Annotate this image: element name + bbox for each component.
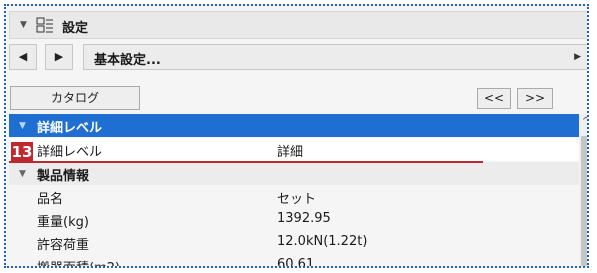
property-label: 品名: [37, 192, 64, 207]
settings-path-label: 基本設定...: [94, 53, 161, 68]
chevron-up-icon[interactable]: ^: [579, 116, 587, 127]
settings-grid-icon: [36, 17, 53, 33]
property-row-detail-level[interactable]: 詳細レベル 詳細: [9, 138, 579, 161]
property-label: 詳細レベル: [37, 145, 103, 160]
property-value[interactable]: 1392.95: [277, 211, 331, 226]
catalog-button[interactable]: カタログ: [10, 86, 140, 110]
callout-number-badge: 13: [11, 142, 33, 163]
property-row-weight[interactable]: 重量(kg) 1392.95: [9, 208, 579, 231]
settings-path-dropdown[interactable]: 基本設定... ▶: [83, 44, 587, 70]
next-page-button[interactable]: >>: [517, 88, 553, 109]
settings-panel: ▼ 設定 ◀ ▶ 基本設定... ▶ カタログ << >> ▼ 詳細レベル 詳細…: [4, 4, 589, 268]
navigation-bar: ◀ ▶ 基本設定... ▶: [9, 44, 587, 72]
property-row-platform-area[interactable]: 搬器面積(m2) 60.61: [9, 254, 579, 266]
collapse-triangle-icon[interactable]: ▼: [19, 169, 26, 179]
property-row-load-capacity[interactable]: 許容荷重 12.0kN(1.22t): [9, 231, 579, 254]
scrollbar-thumb[interactable]: [581, 136, 587, 266]
vertical-scrollbar[interactable]: ^: [579, 114, 587, 266]
nav-prev-button[interactable]: ◀: [9, 44, 37, 70]
group-header-detail-level[interactable]: ▼ 詳細レベル: [9, 114, 579, 137]
group-header-label: 製品情報: [37, 169, 90, 184]
property-label: 許容荷重: [37, 238, 90, 253]
nav-next-button[interactable]: ▶: [45, 44, 73, 70]
panel-titlebar[interactable]: ▼ 設定: [9, 11, 587, 39]
collapse-triangle-icon[interactable]: ▼: [20, 20, 27, 30]
collapse-triangle-icon[interactable]: ▼: [19, 121, 26, 131]
property-row-product-name[interactable]: 品名 セット: [9, 185, 579, 208]
previous-page-button[interactable]: <<: [477, 88, 511, 109]
property-label: 搬器面積(m2): [37, 257, 120, 266]
property-value[interactable]: セット: [277, 188, 316, 207]
group-header-label: 詳細レベル: [37, 121, 103, 136]
property-value[interactable]: 詳細: [277, 141, 303, 160]
dropdown-arrow-icon: ▶: [574, 52, 581, 62]
property-value[interactable]: 60.61: [277, 257, 314, 266]
panel-title: 設定: [62, 21, 89, 36]
property-list: ▼ 詳細レベル 詳細レベル 詳細 ▼ 製品情報 品名 セット 重量(kg) 13…: [9, 114, 587, 266]
group-header-product-info[interactable]: ▼ 製品情報: [9, 162, 579, 185]
highlight-underline: [9, 161, 483, 163]
property-label: 重量(kg): [37, 215, 89, 230]
property-value[interactable]: 12.0kN(1.22t): [277, 234, 367, 249]
